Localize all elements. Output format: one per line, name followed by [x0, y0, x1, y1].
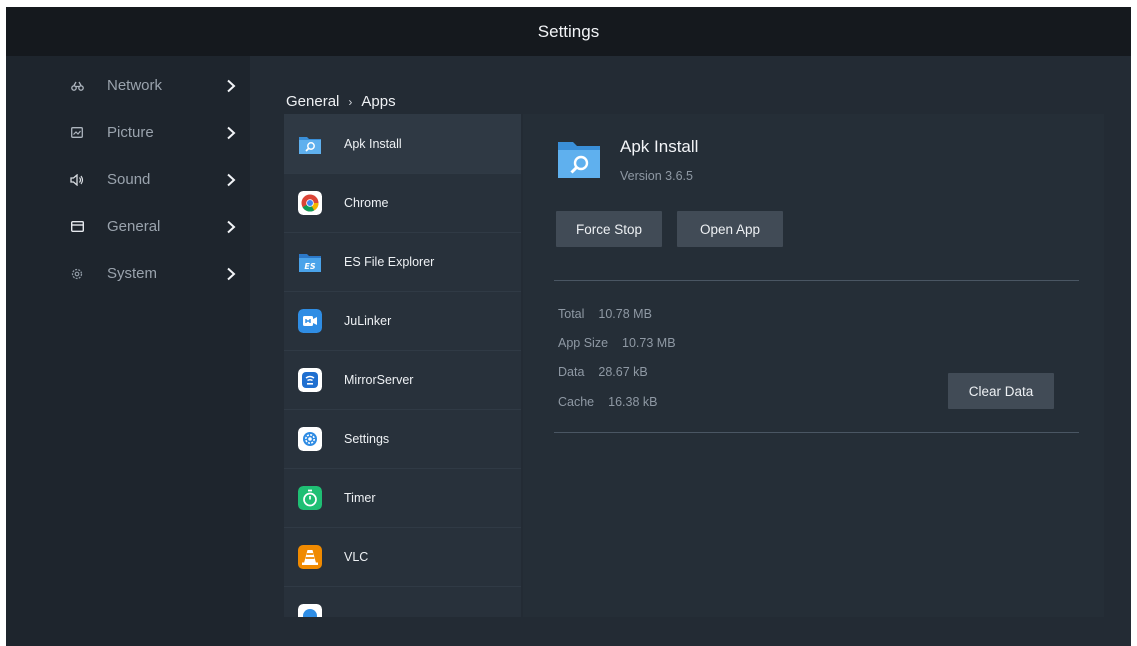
app-name: VLC [344, 549, 369, 564]
stat-data: Data 28.67 kB [558, 365, 648, 379]
sidebar-item-general[interactable]: General [6, 203, 250, 250]
stat-label: Data [558, 365, 585, 379]
stat-value: 10.73 MB [622, 336, 676, 350]
sidebar-item-network[interactable]: Network [6, 62, 250, 109]
app-icon [298, 603, 322, 617]
stat-value: 16.38 kB [608, 395, 658, 409]
app-row-timer[interactable]: Timer [284, 468, 521, 528]
title-bar: Settings [6, 7, 1131, 56]
app-name: ES File Explorer [344, 254, 435, 269]
chevron-right-icon [227, 126, 236, 139]
app-detail-panel: Apk Install Version 3.6.5 Force Stop Ope… [523, 114, 1104, 617]
app-row-settings[interactable]: Settings [284, 409, 521, 469]
chrome-icon [298, 190, 322, 215]
app-name: JuLinker [344, 313, 392, 328]
stat-value: 10.78 MB [598, 307, 652, 321]
sidebar-item-label: General [107, 218, 161, 235]
stat-value: 28.67 kB [598, 365, 648, 379]
page-title: Settings [537, 21, 600, 41]
system-icon [70, 267, 84, 281]
breadcrumb-separator: › [348, 94, 353, 109]
mirrorserver-icon [298, 367, 322, 392]
stat-cache: Cache 16.38 kB [558, 395, 657, 409]
content-area: General › Apps Apk Install Chrome ES ES … [250, 56, 1131, 646]
chevron-right-icon [227, 173, 236, 186]
sidebar-item-label: Sound [107, 171, 151, 188]
breadcrumb-current: Apps [361, 93, 396, 110]
chevron-right-icon [227, 267, 236, 280]
sound-icon [70, 173, 84, 187]
settings-icon [298, 426, 322, 451]
network-icon [70, 79, 84, 93]
app-row-mirrorserver[interactable]: MirrorServer [284, 350, 521, 410]
app-name: MirrorServer [344, 372, 414, 387]
app-version: Version 3.6.5 [620, 169, 693, 183]
sidebar-item-sound[interactable]: Sound [6, 156, 250, 203]
open-app-button[interactable]: Open App [677, 211, 783, 247]
app-row-julinker[interactable]: JuLinker [284, 291, 521, 351]
stat-app-size: App Size 10.73 MB [558, 336, 676, 350]
chevron-right-icon [227, 220, 236, 233]
app-list[interactable]: Apk Install Chrome ES ES File Explorer J… [284, 114, 521, 617]
settings-screen: Settings Network Picture Sound General S… [6, 7, 1131, 646]
julinker-icon [298, 308, 322, 333]
sidebar-item-label: Picture [107, 124, 154, 141]
sidebar-item-system[interactable]: System [6, 250, 250, 297]
app-row-apk-install[interactable]: Apk Install [284, 114, 521, 174]
clear-data-button[interactable]: Clear Data [948, 373, 1054, 409]
picture-icon [70, 126, 84, 140]
app-detail-name: Apk Install [620, 137, 699, 156]
divider [554, 280, 1079, 281]
apk-install-icon [556, 136, 602, 180]
app-row-es-file-explorer[interactable]: ES ES File Explorer [284, 232, 521, 292]
stat-total: Total 10.78 MB [558, 307, 652, 321]
svg-text:ES: ES [304, 262, 315, 271]
sidebar-item-label: Network [107, 77, 163, 94]
app-name: Apk Install [344, 136, 402, 151]
app-row-vlc[interactable]: VLC [284, 527, 521, 587]
es-file-explorer-icon: ES [298, 250, 322, 274]
general-icon [70, 220, 84, 234]
stat-label: Total [558, 307, 585, 321]
timer-icon [298, 485, 322, 510]
chevron-right-icon [227, 79, 236, 92]
app-name: Timer [344, 490, 376, 505]
vlc-icon [298, 544, 322, 569]
sidebar-item-picture[interactable]: Picture [6, 109, 250, 156]
sidebar: Network Picture Sound General System [6, 56, 250, 646]
breadcrumb: General › Apps [286, 93, 396, 110]
app-row-partial[interactable] [284, 586, 521, 617]
divider [554, 432, 1079, 433]
apk-install-icon [298, 132, 322, 156]
app-row-chrome[interactable]: Chrome [284, 173, 521, 233]
app-name: Chrome [344, 195, 389, 210]
stat-label: Cache [558, 395, 595, 409]
breadcrumb-parent[interactable]: General [286, 93, 339, 110]
app-name: Settings [344, 431, 390, 446]
force-stop-button[interactable]: Force Stop [556, 211, 662, 247]
sidebar-item-label: System [107, 265, 158, 282]
stat-label: App Size [558, 336, 609, 350]
